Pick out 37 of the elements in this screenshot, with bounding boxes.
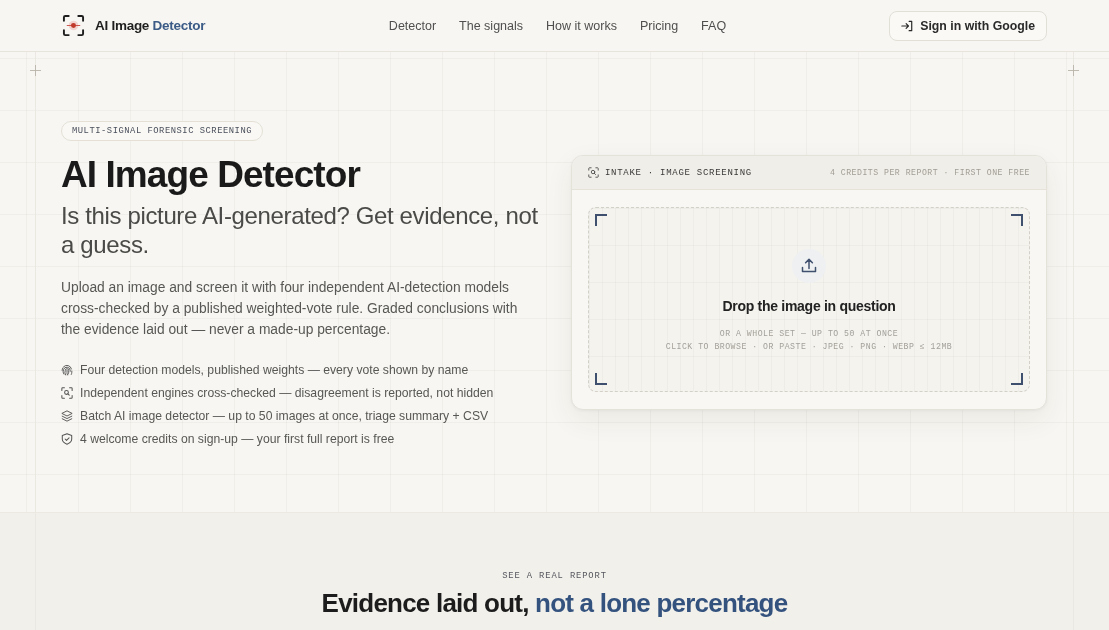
feature-text: Four detection models, published weights — every vote shown by name xyxy=(80,363,469,377)
nav-link[interactable]: Pricing xyxy=(639,18,679,33)
scan-magnifier-icon xyxy=(61,387,73,399)
nav-link[interactable]: The signals xyxy=(459,18,524,33)
feature-text: Independent engines cross-checked — disagreement is reported, not hidden xyxy=(80,386,494,400)
logo-text[interactable]: AI Image Detector xyxy=(95,18,206,33)
dropzone-title: Drop the image in question xyxy=(722,298,896,314)
credits-note: 4 CREDITS PER REPORT · FIRST ONE FREE xyxy=(830,168,1030,177)
sign-in-button[interactable]: Sign in with Google xyxy=(889,10,1047,41)
page-subtitle: Is this picture AI-generated? Get evidence, not a guess. xyxy=(61,201,539,259)
nav-link[interactable]: FAQ xyxy=(701,18,727,33)
dropzone-hint: OR A WHOLE SET — UP TO 50 AT ONCE xyxy=(719,328,899,339)
page-title: AI Image Detector xyxy=(61,153,360,197)
fingerprint-icon xyxy=(61,364,73,376)
plus-marker-icon xyxy=(1068,65,1079,76)
section-heading: Evidence laid out, not a lone percentage xyxy=(321,588,788,618)
upload-icon xyxy=(792,249,826,283)
plus-marker-icon xyxy=(30,65,41,76)
feature-text: Batch AI image detector — up to 50 images at once, triage summary + CSV xyxy=(80,409,489,423)
category-badge: MULTI-SIGNAL FORENSIC SCREENING xyxy=(61,121,264,141)
description-text: Upload an image and screen it with four independent AI-detection models cross-checked by a published weighted-vote rule. Graded conclusions with the evidence laid out — never a made-up percentage. xyxy=(61,279,519,339)
nav-link[interactable]: Detector xyxy=(388,18,437,33)
scan-magnifier-icon xyxy=(588,167,599,178)
section-eyebrow: SEE A REAL REPORT xyxy=(502,571,607,581)
corner-bracket-icon xyxy=(595,373,607,385)
sign-in-icon xyxy=(901,19,914,32)
feature-text: 4 welcome credits on sign-up — your first full report is free xyxy=(80,432,395,446)
nav-link[interactable]: How it works xyxy=(546,18,617,33)
dropzone-hint: CLICK TO BROWSE · OR PASTE · JPEG · PNG · WEBP ≤ 12MB xyxy=(665,341,953,352)
shield-check-icon xyxy=(61,433,73,445)
image-dropzone[interactable]: Drop the image in question OR A WHOLE SET — UP TO 50 AT ONCE CLICK TO BROWSE · OR PASTE · JPEG · PNG · WEBP ≤ 12MB xyxy=(588,207,1030,392)
corner-bracket-icon xyxy=(1011,214,1023,226)
card-header-label: INTAKE · IMAGE SCREENING xyxy=(605,167,752,178)
corner-bracket-icon xyxy=(595,214,607,226)
corner-bracket-icon xyxy=(1011,373,1023,385)
target-crosshair-icon[interactable] xyxy=(62,14,85,37)
layers-icon xyxy=(61,410,73,422)
